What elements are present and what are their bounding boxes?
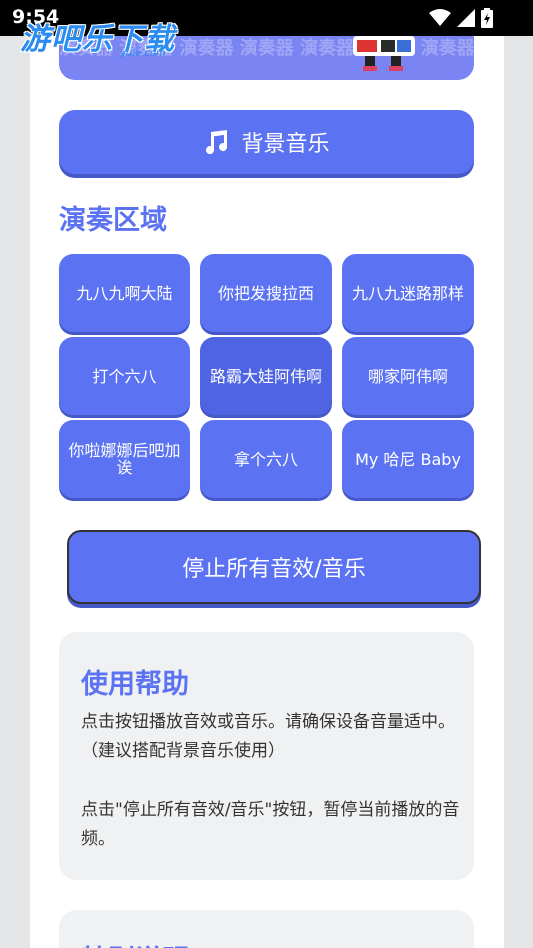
help-title: 使用帮助 <box>81 669 189 700</box>
section-title: 演奏区域 <box>59 205 167 236</box>
watermark-url: yule.com <box>120 48 166 59</box>
wifi-icon <box>429 9 451 26</box>
sound-button-grid: 九八九啊大陆 你把发搜拉西 九八九迷路那样 打个六八 路霸大娃阿伟啊 哪家阿伟啊… <box>59 254 474 498</box>
sound-button[interactable]: 九八九迷路那样 <box>342 254 474 332</box>
sound-button[interactable]: 九八九啊大陆 <box>59 254 190 332</box>
help-text-1: 点击按钮播放音效或音乐。请确保设备音量适中。（建议搭配背景音乐使用） <box>81 712 455 761</box>
sound-button[interactable]: 拿个六八 <box>200 420 332 498</box>
background-music-button[interactable]: 背景音乐 <box>59 110 474 174</box>
stop-all-button[interactable]: 停止所有音效/音乐 <box>67 530 481 604</box>
main-card: 演奏器 演奏器 演奏器 演奏器 演奏器 演奏器 演奏器 演奏器 背景音乐 演奏区… <box>30 36 504 948</box>
music-note-icon <box>206 130 228 154</box>
status-icons <box>429 8 493 28</box>
sound-button[interactable]: 你把发搜拉西 <box>200 254 332 332</box>
note-panel: 特别说明 <box>59 910 474 948</box>
sound-button[interactable]: 哪家阿伟啊 <box>342 337 474 415</box>
help-text-2: 点击"停止所有音效/音乐"按钮，暂停当前播放的音频。 <box>81 800 460 849</box>
sound-button-active[interactable]: 路霸大娃阿伟啊 <box>200 337 332 415</box>
help-panel: 使用帮助 点击按钮播放音效或音乐。请确保设备音量适中。（建议搭配背景音乐使用） … <box>59 632 474 880</box>
signal-icon <box>457 9 475 27</box>
sound-button[interactable]: 你啦娜娜后吧加诶 <box>59 420 190 498</box>
character-art-icon <box>353 36 415 71</box>
sound-button[interactable]: 打个六八 <box>59 337 190 415</box>
background-music-label: 背景音乐 <box>241 132 330 157</box>
battery-icon <box>481 8 493 28</box>
note-title: 特别说明 <box>81 938 189 948</box>
sound-button[interactable]: My 哈尼 Baby <box>342 420 474 498</box>
